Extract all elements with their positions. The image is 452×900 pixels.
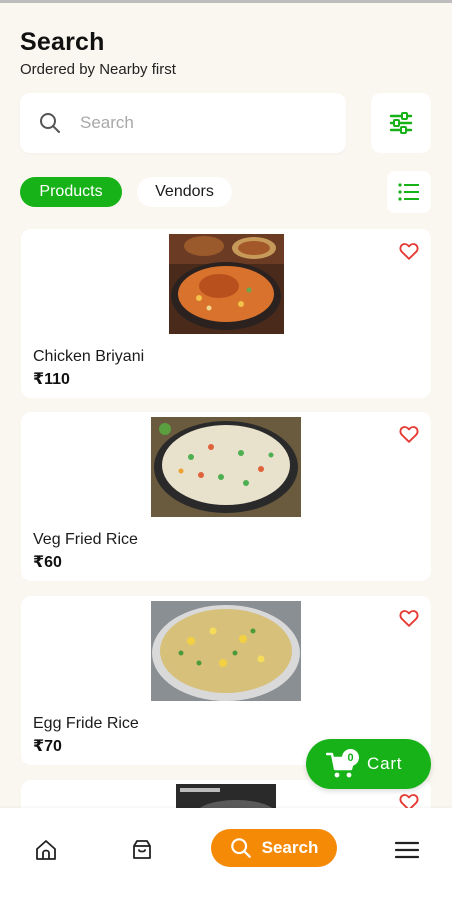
veg-fried-rice-image — [151, 417, 301, 517]
tab-products[interactable]: Products — [20, 177, 122, 207]
nav-menu[interactable] — [393, 836, 421, 864]
product-price: ₹70 — [33, 738, 62, 755]
home-icon — [36, 840, 56, 860]
favorite-heart-icon[interactable] — [398, 240, 420, 262]
search-input[interactable] — [80, 107, 330, 139]
favorite-heart-icon[interactable] — [398, 423, 420, 445]
cart-button[interactable]: 0 Cart — [306, 739, 431, 789]
nav-search[interactable]: Search — [211, 829, 337, 867]
product-price: ₹60 — [33, 554, 62, 571]
page-title: Search — [20, 28, 105, 56]
product-name: Chicken Briyani — [33, 348, 145, 365]
favorite-heart-icon[interactable] — [398, 607, 420, 629]
hamburger-menu-icon — [395, 841, 419, 859]
bottom-navigation: Search — [0, 808, 452, 900]
search-box[interactable] — [20, 93, 346, 153]
nav-home[interactable] — [32, 836, 60, 864]
cart-label: Cart — [367, 754, 403, 773]
chicken-biryani-image — [169, 234, 284, 334]
egg-fried-rice-image — [151, 601, 301, 701]
search-icon — [40, 113, 60, 133]
tab-vendors[interactable]: Vendors — [137, 177, 232, 207]
product-name: Veg Fried Rice — [33, 531, 138, 548]
filter-button[interactable] — [371, 93, 431, 153]
product-name: Egg Fride Rice — [33, 715, 139, 732]
status-bar-divider — [0, 0, 452, 3]
product-price: ₹110 — [33, 371, 70, 388]
nav-orders[interactable] — [128, 836, 156, 864]
list-icon — [398, 183, 419, 201]
product-card[interactable]: Veg Fried Rice ₹60 — [21, 412, 431, 581]
page-subtitle: Ordered by Nearby first — [20, 61, 176, 78]
sliders-icon — [389, 112, 413, 134]
list-view-button[interactable] — [387, 171, 431, 213]
nav-search-label: Search — [261, 838, 319, 857]
search-icon — [230, 838, 251, 858]
cart-count-badge: 0 — [342, 749, 359, 766]
orders-box-icon — [133, 840, 151, 859]
product-card[interactable]: Chicken Briyani ₹110 — [21, 229, 431, 398]
page-header: Search Ordered by Nearby first — [20, 28, 176, 78]
